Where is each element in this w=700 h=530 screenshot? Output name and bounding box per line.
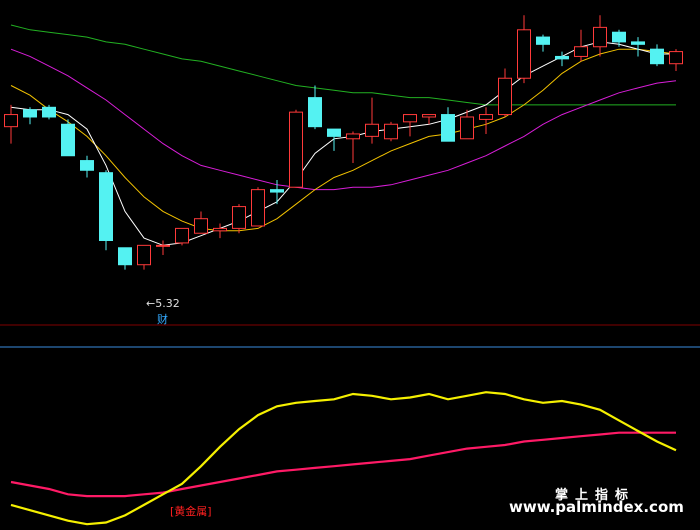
candle-body-up	[498, 77, 512, 116]
candle-body-up	[156, 244, 170, 247]
candle-body-up	[4, 114, 18, 128]
candle-body-up	[384, 123, 398, 140]
candle-body-up	[289, 111, 303, 188]
candle-body-down	[650, 48, 664, 65]
candle-body-up	[479, 114, 493, 120]
candle-body-down	[42, 106, 56, 118]
candle-body-down	[327, 128, 341, 137]
ma-purple-line	[10, 48, 677, 191]
candle-body-up	[346, 133, 360, 140]
candle-body-up	[194, 218, 208, 234]
candle-body-down	[270, 189, 284, 193]
candle-body-down	[118, 247, 132, 266]
candle-body-down	[441, 114, 455, 142]
indicator-tag: [黄金属]	[170, 505, 212, 518]
watermark-url: www.palmindex.com	[509, 498, 684, 516]
candle-body-down	[536, 36, 550, 45]
stock-chart	[0, 15, 700, 526]
candle-body-down	[99, 172, 113, 241]
candle-body-up	[365, 123, 379, 137]
low-price-tag: 财	[157, 313, 168, 326]
candle-body-up	[403, 114, 417, 123]
candle-body-down	[612, 31, 626, 43]
candle-body-up	[232, 206, 246, 229]
candle-body-down	[308, 97, 322, 128]
candle-body-up	[593, 26, 607, 48]
ma-green-line	[10, 24, 676, 106]
candle-body-up	[422, 114, 436, 118]
candle-body-up	[251, 189, 265, 227]
candle-body-down	[23, 109, 37, 118]
candle-body-down	[61, 123, 75, 157]
candle-body-up	[460, 116, 474, 140]
candle-body-up	[213, 227, 227, 232]
candle-body-up	[669, 51, 683, 65]
candle-body-up	[137, 244, 151, 266]
candle-body-up	[517, 29, 531, 79]
candle-body-up	[175, 227, 189, 244]
low-price-label: ←5.32	[146, 297, 180, 310]
candle-body-down	[80, 160, 94, 171]
candle-body-down	[555, 55, 569, 60]
candle-body-down	[631, 41, 645, 45]
candle-body-up	[574, 46, 588, 57]
